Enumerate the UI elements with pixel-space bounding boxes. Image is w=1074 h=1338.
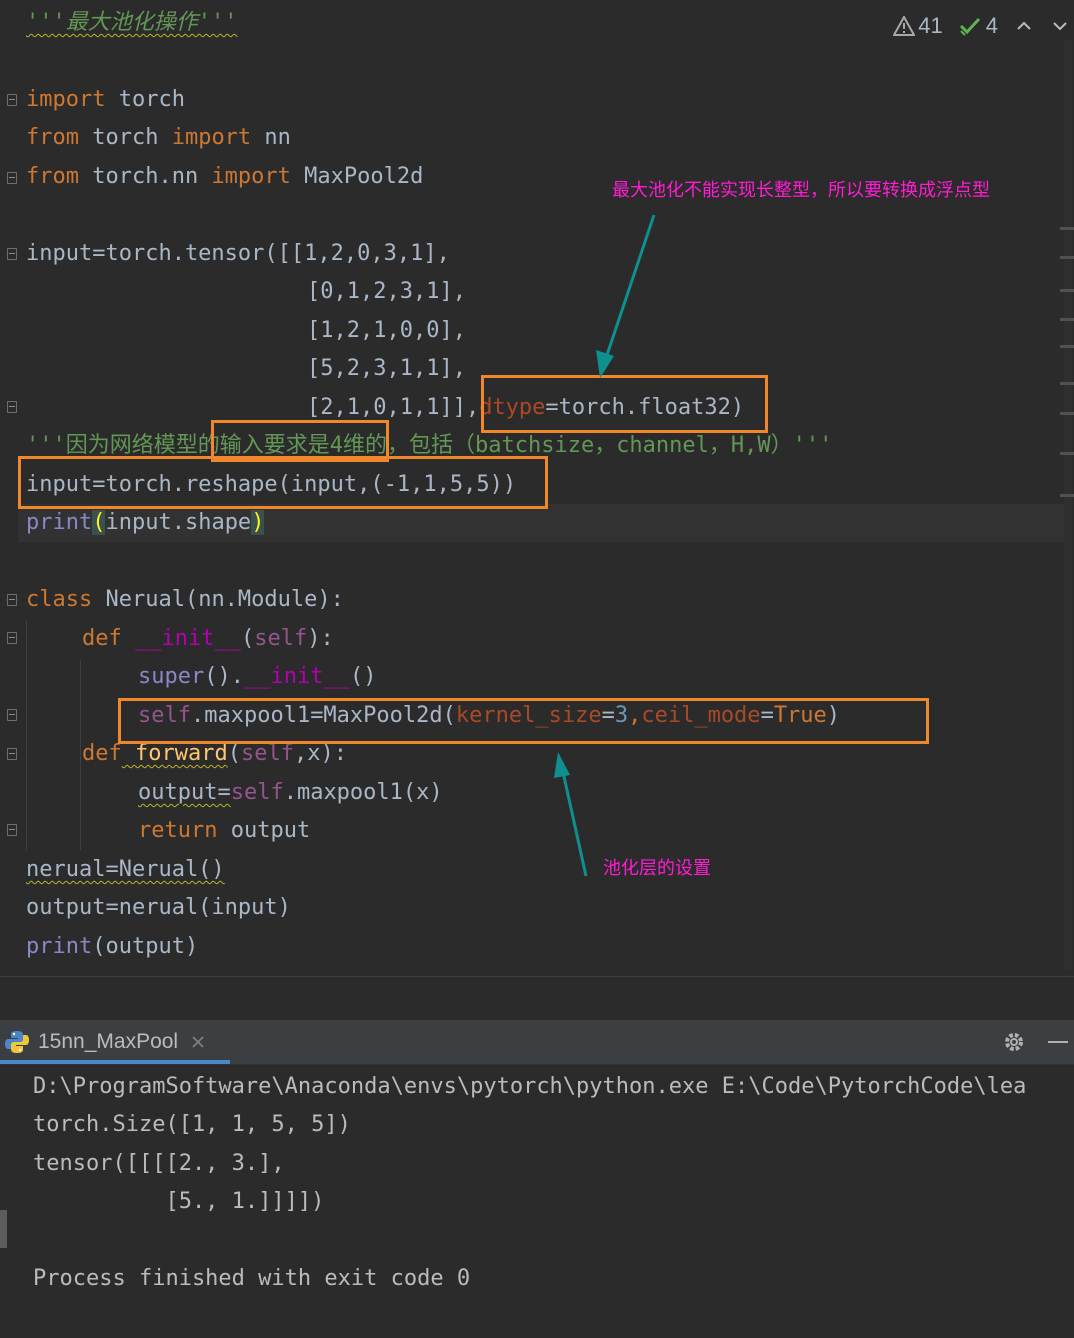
run-tab-label: 15nn_MaxPool [38,1030,179,1053]
console-line: D:\ProgramSoftware\Anaconda\envs\pytorch… [33,1074,1027,1099]
gear-icon[interactable] [1002,1030,1026,1054]
console-line: [5., 1.]]]]) [33,1189,325,1214]
console-line: Process finished with exit code 0 [33,1266,471,1291]
arrow-to-maxpool [561,771,588,877]
arrow-head-dtype [596,350,614,378]
console-line: tensor([[[[2., 3.], [33,1151,285,1176]
console-scroll-thumb[interactable] [0,1210,7,1248]
console-line: torch.Size([1, 1, 5, 5]) [33,1112,351,1137]
python-icon [5,1031,29,1053]
arrow-head-maxpool [554,752,570,778]
pool-annotation: 池化层的设置 [603,858,711,879]
close-icon[interactable] [190,1034,206,1050]
arrow-to-dtype [604,214,656,359]
panel-divider[interactable] [0,976,1074,1021]
active-tab-indicator [0,1060,230,1064]
console-output[interactable]: D:\ProgramSoftware\Anaconda\envs\pytorch… [0,1065,1074,1338]
float-annotation: 最大池化不能实现长整型，所以要转换成浮点型 [612,180,990,201]
run-tool-window-header: 15nn_MaxPool [0,1020,1074,1065]
minimize-icon[interactable] [1046,1030,1070,1054]
annotation-arrows [554,214,656,877]
run-tab[interactable]: 15nn_MaxPool [0,1020,206,1064]
code-editor[interactable]: 41 4 '''最大池化操作''' import torch from torc… [0,0,1074,976]
